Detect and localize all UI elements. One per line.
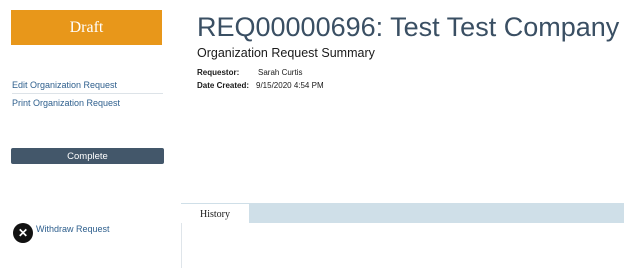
sidebar-divider: [12, 93, 163, 94]
withdraw-request-action[interactable]: ✕ Withdraw Request: [13, 223, 110, 243]
complete-button[interactable]: Complete: [11, 148, 164, 164]
withdraw-request-link[interactable]: Withdraw Request: [36, 224, 110, 234]
requestor-row: Requestor: Sarah Curtis: [197, 68, 302, 77]
tab-panel-history: [181, 223, 624, 268]
status-badge: Draft: [11, 10, 162, 45]
requestor-label: Requestor:: [197, 68, 240, 77]
page-title: REQ00000696: Test Test Company: [197, 12, 620, 42]
requestor-value: Sarah Curtis: [258, 68, 303, 77]
page-subtitle: Organization Request Summary: [197, 46, 375, 60]
date-created-label: Date Created:: [197, 81, 250, 90]
edit-organization-request-link[interactable]: Edit Organization Request: [12, 80, 117, 91]
date-created-row: Date Created: 9/15/2020 4:54 PM: [197, 81, 324, 90]
tab-history[interactable]: History: [181, 203, 249, 224]
date-created-value: 9/15/2020 4:54 PM: [256, 81, 324, 90]
print-organization-request-link[interactable]: Print Organization Request: [12, 98, 120, 109]
close-circle-icon[interactable]: ✕: [13, 223, 33, 243]
